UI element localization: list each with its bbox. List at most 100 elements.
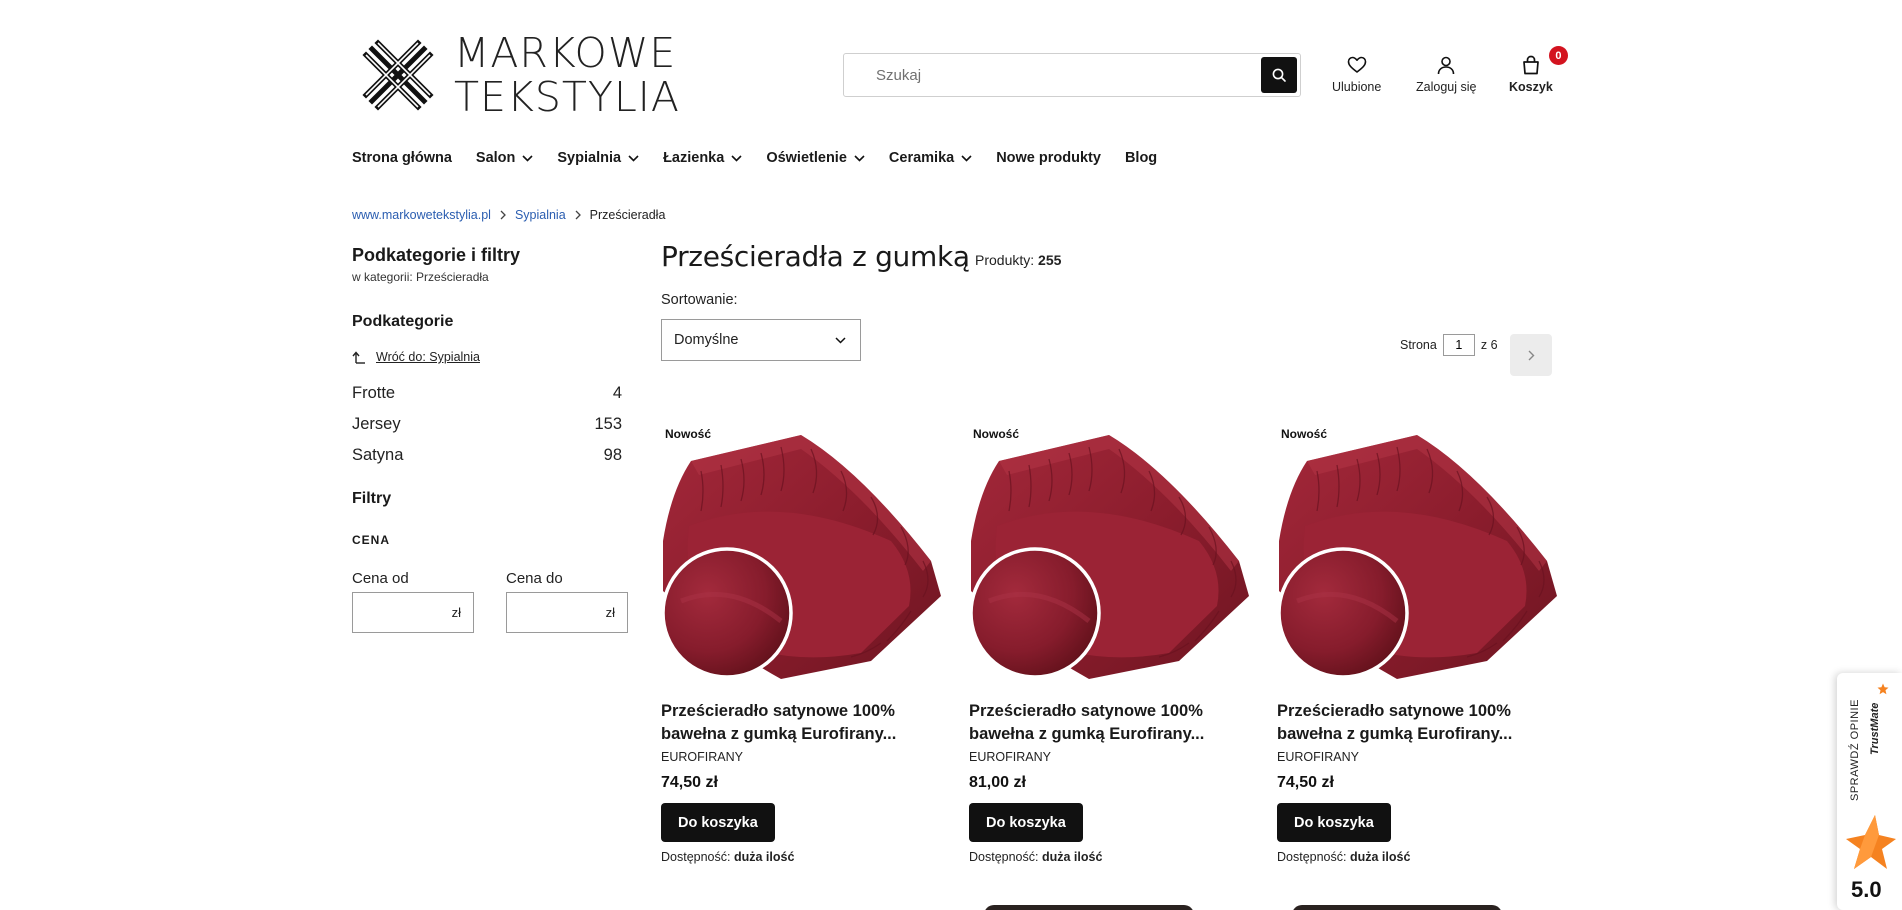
price-heading: CENA	[352, 533, 391, 547]
price-to-group: Cena do zł	[506, 570, 628, 633]
nav-item-sypialnia[interactable]: Sypialnia	[557, 150, 639, 166]
subcategory-item[interactable]: Satyna 98	[352, 446, 622, 465]
subcategories-heading: Podkategorie	[352, 313, 454, 330]
next-page-button[interactable]	[1510, 334, 1552, 376]
product-name-line-1: Prześcieradło satynowe 100%	[661, 702, 895, 720]
next-row-product-image	[984, 905, 1194, 910]
chevron-right-icon	[1528, 350, 1534, 360]
login-label: Zaloguj się	[1416, 80, 1477, 94]
product-name[interactable]: Prześcieradło satynowe 100% bawełna z gu…	[661, 700, 941, 746]
login-button[interactable]: Zaloguj się	[1416, 54, 1476, 94]
logo-line-2: TEKSTYLIA	[454, 73, 680, 121]
heart-icon	[1347, 56, 1366, 73]
subcategory-list: Frotte 4 Jersey 153 Satyna 98	[352, 384, 642, 465]
add-to-cart-button[interactable]: Do koszyka	[969, 803, 1083, 842]
product-brand: EUROFIRANY	[969, 750, 1051, 764]
add-to-cart-button[interactable]: Do koszyka	[1277, 803, 1391, 842]
product-name-line-2: bawełna z gumką Eurofirany...	[1277, 725, 1513, 743]
search-bar	[843, 53, 1301, 97]
price-to-field: zł	[506, 592, 628, 633]
product-name[interactable]: Prześcieradło satynowe 100% bawełna z gu…	[1277, 700, 1557, 746]
pagination: Strona z 6	[1400, 334, 1498, 356]
availability-label: Dostępność:	[1277, 850, 1347, 864]
trustmate-widget[interactable]: SPRAWDŹ OPINIE TrustMate 5.0	[1837, 673, 1902, 910]
nav-label: Sypialnia	[557, 150, 622, 166]
nav-item-oswietlenie[interactable]: Oświetlenie	[766, 150, 865, 166]
back-link[interactable]: Wróć do: Sypialnia	[352, 350, 642, 364]
trustmate-brand: TrustMate	[1869, 702, 1881, 755]
product-price: 74,50 zł	[1277, 774, 1334, 791]
arrow-back-up-icon	[352, 351, 365, 364]
subcategory-item[interactable]: Jersey 153	[352, 415, 622, 434]
chevron-right-icon	[500, 210, 506, 220]
product-image[interactable]	[1277, 431, 1557, 681]
product-price: 81,00 zł	[969, 774, 1026, 791]
availability-label: Dostępność:	[969, 850, 1039, 864]
nav-label: Łazienka	[663, 150, 725, 166]
product-brand: EUROFIRANY	[1277, 750, 1359, 764]
chevron-down-icon	[628, 154, 639, 162]
nav-item-ceramika[interactable]: Ceramika	[889, 150, 972, 166]
shopping-bag-icon	[1523, 55, 1539, 75]
search-input[interactable]	[844, 54, 1254, 96]
add-to-cart-button[interactable]: Do koszyka	[661, 803, 775, 842]
sort-select[interactable]: Domyślne	[661, 319, 861, 361]
nav-item-lazienka[interactable]: Łazienka	[663, 150, 742, 166]
breadcrumb-current: Prześcieradła	[589, 208, 666, 222]
product-name-line-2: bawełna z gumką Eurofirany...	[969, 725, 1205, 743]
chevron-right-icon	[575, 210, 581, 220]
product-image[interactable]	[661, 431, 941, 681]
nav-item-home[interactable]: Strona główna	[352, 150, 452, 166]
filters-heading: Filtry	[352, 490, 392, 507]
search-button[interactable]	[1261, 57, 1297, 93]
product-brand: EUROFIRANY	[661, 750, 743, 764]
product-name-line-1: Prześcieradło satynowe 100%	[1277, 702, 1511, 720]
cart-button[interactable]: 0 Koszyk	[1509, 46, 1568, 94]
logo-line-1: MARKOWE	[454, 29, 677, 77]
sort-value: Domyślne	[674, 332, 739, 348]
nav-label: Salon	[475, 150, 516, 166]
favorites-button[interactable]: Ulubione	[1332, 54, 1381, 94]
logo[interactable]: MARKOWE TEKSTYLIA	[358, 30, 688, 120]
price-from-input[interactable]	[353, 593, 443, 632]
price-from-label: Cena od	[352, 570, 409, 587]
page-number-input[interactable]	[1442, 334, 1475, 356]
price-from-group: Cena od zł	[352, 570, 474, 633]
product-count-label: Produkty:	[975, 252, 1035, 268]
sidebar: Podkategorie i filtry w kategorii: Prześ…	[352, 245, 642, 633]
price-to-input[interactable]	[507, 593, 597, 632]
product-name-line-2: bawełna z gumką Eurofirany...	[661, 725, 897, 743]
subcategory-count: 98	[603, 446, 622, 464]
chevron-down-icon	[854, 154, 865, 162]
currency-suffix: zł	[605, 605, 615, 620]
nav-item-salon[interactable]: Salon	[476, 150, 533, 166]
subcategory-name: Jersey	[352, 415, 401, 433]
subcategory-count: 4	[612, 384, 622, 402]
price-to-label: Cena do	[506, 570, 563, 587]
price-filter: Cena od zł Cena do zł	[352, 570, 642, 633]
availability-value: duża ilość	[1041, 850, 1103, 864]
trustmate-score: 5.0	[1851, 877, 1882, 902]
product-count-value: 255	[1038, 252, 1062, 268]
currency-suffix: zł	[451, 605, 461, 620]
subcategory-name: Satyna	[352, 446, 404, 464]
product-name[interactable]: Prześcieradło satynowe 100% bawełna z gu…	[969, 700, 1249, 746]
cart-label: Koszyk	[1509, 80, 1553, 94]
breadcrumb-parent-link[interactable]: Sypialnia	[515, 208, 566, 222]
pager-total: z 6	[1480, 338, 1498, 352]
product-availability: Dostępność: duża ilość	[1277, 850, 1410, 864]
breadcrumb-home-link[interactable]: www.markowetekstylia.pl	[352, 208, 491, 222]
next-row-product-image	[1292, 905, 1502, 910]
subcategory-item[interactable]: Frotte 4	[352, 384, 622, 403]
logo-text: MARKOWE TEKSTYLIA	[454, 31, 680, 119]
subcategory-name: Frotte	[352, 384, 396, 402]
main-nav: Strona główna Salon Sypialnia Łazienka O…	[352, 150, 1181, 166]
product-image[interactable]	[969, 431, 1249, 681]
nav-item-new-products[interactable]: Nowe produkty	[996, 150, 1101, 166]
nav-item-blog[interactable]: Blog	[1125, 150, 1157, 166]
breadcrumb: www.markowetekstylia.pl Sypialnia Prześc…	[352, 208, 665, 222]
new-badge: Nowość	[973, 427, 1020, 441]
trustmate-star-icon	[1846, 815, 1896, 869]
chevron-down-icon	[731, 154, 742, 162]
new-badge: Nowość	[665, 427, 712, 441]
